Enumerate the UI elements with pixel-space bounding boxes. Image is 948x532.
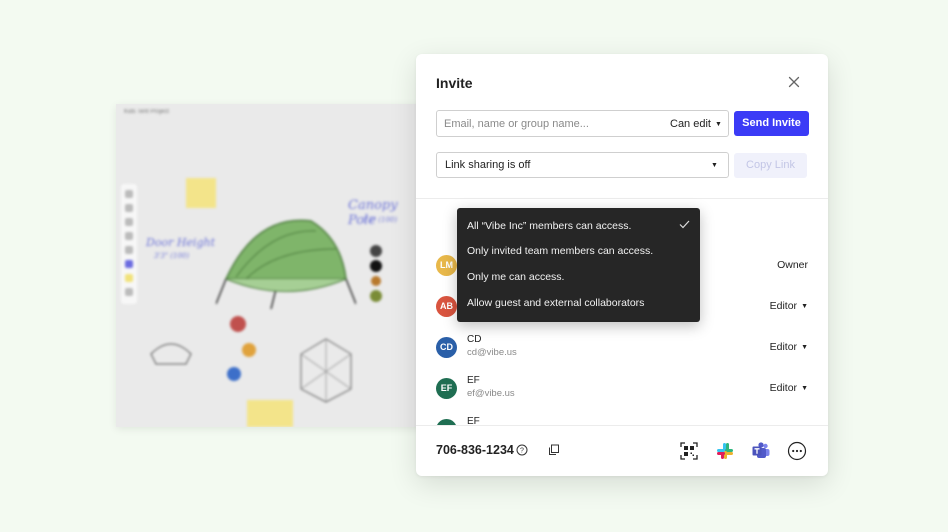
link-sharing-select[interactable]: Link sharing is off ▼ bbox=[436, 152, 729, 178]
close-icon[interactable] bbox=[786, 74, 802, 90]
help-icon[interactable]: ? bbox=[516, 444, 528, 456]
annotation-door-height: Door Height bbox=[146, 236, 215, 249]
copy-icon[interactable] bbox=[547, 443, 561, 457]
invite-field: Can edit▼ bbox=[436, 110, 729, 137]
avatar: AB bbox=[436, 296, 457, 317]
link-sharing-label: Link sharing is off bbox=[445, 159, 531, 171]
member-role: Owner bbox=[777, 259, 808, 271]
menu-item-allow-guests[interactable]: Allow guest and external collaborators bbox=[467, 297, 644, 309]
member-email: ef@vibe.us bbox=[467, 388, 515, 399]
permission-label: Can edit bbox=[670, 118, 711, 130]
chevron-down-icon: ▼ bbox=[801, 385, 808, 392]
chevron-down-icon: ▼ bbox=[714, 121, 722, 128]
canvas-toolbar bbox=[121, 184, 137, 304]
invite-search-input[interactable] bbox=[444, 116, 654, 132]
copy-link-button[interactable]: Copy Link bbox=[734, 153, 807, 178]
permission-select[interactable]: Can edit ▼ bbox=[670, 118, 722, 130]
sticky-note bbox=[247, 400, 293, 427]
tent-wireframe bbox=[300, 338, 352, 403]
member-email: cd@vibe.us bbox=[467, 347, 517, 358]
member-list-clip: EF EF bbox=[416, 410, 828, 425]
member-name: CD bbox=[467, 334, 482, 345]
menu-item-invited-members[interactable]: Only invited team members can access. bbox=[467, 245, 653, 257]
member-role-label: Editor bbox=[769, 382, 798, 394]
member-name: EF bbox=[467, 416, 480, 425]
member-role-select[interactable]: Editor ▼ bbox=[770, 300, 808, 312]
member-name: EF bbox=[467, 375, 480, 386]
annotation-canopy-size: 3'3" (100) bbox=[362, 216, 398, 224]
menu-item-all-members[interactable]: All “Vibe Inc” members can access. bbox=[467, 220, 631, 232]
whiteboard-canvas-preview: Kids Tent Project Door Height 3'3" (100)… bbox=[116, 104, 428, 427]
color-swatches bbox=[370, 245, 382, 302]
checkmark-icon bbox=[679, 220, 690, 229]
chevron-down-icon: ▼ bbox=[801, 303, 808, 310]
send-invite-button[interactable]: Send Invite bbox=[734, 111, 809, 136]
divider bbox=[416, 425, 828, 426]
avatar: CD bbox=[436, 337, 457, 358]
sticky-note bbox=[186, 178, 216, 208]
small-sketches bbox=[150, 316, 256, 381]
member-role-select[interactable]: Editor ▼ bbox=[770, 382, 808, 394]
chevron-down-icon: ▼ bbox=[711, 162, 718, 169]
member-role-label: Editor bbox=[769, 341, 798, 353]
svg-text:?: ? bbox=[520, 448, 524, 455]
access-dropdown-menu: All “Vibe Inc” members can access. Only … bbox=[457, 208, 700, 322]
canvas-title: Kids Tent Project bbox=[124, 109, 169, 115]
qr-code-icon[interactable] bbox=[679, 441, 699, 461]
divider bbox=[416, 198, 828, 199]
member-role-label: Editor bbox=[769, 300, 798, 312]
modal-title: Invite bbox=[436, 75, 473, 91]
chevron-down-icon: ▼ bbox=[801, 344, 808, 351]
phone-number: 706-836-1234 bbox=[436, 443, 514, 457]
annotation-door-size: 3'3" (100) bbox=[154, 252, 190, 260]
member-row: CD CD cd@vibe.us Editor ▼ bbox=[436, 332, 808, 362]
avatar: LM bbox=[436, 255, 457, 276]
more-icon[interactable] bbox=[787, 441, 807, 461]
member-role-select[interactable]: Editor ▼ bbox=[770, 341, 808, 353]
slack-icon[interactable] bbox=[715, 441, 735, 461]
member-row: EF EF ef@vibe.us Editor ▼ bbox=[436, 373, 808, 403]
avatar: EF bbox=[436, 378, 457, 399]
menu-item-only-me[interactable]: Only me can access. bbox=[467, 271, 564, 283]
member-row: EF EF bbox=[436, 414, 808, 425]
tent-sketch bbox=[216, 219, 356, 309]
teams-icon[interactable] bbox=[751, 441, 771, 461]
